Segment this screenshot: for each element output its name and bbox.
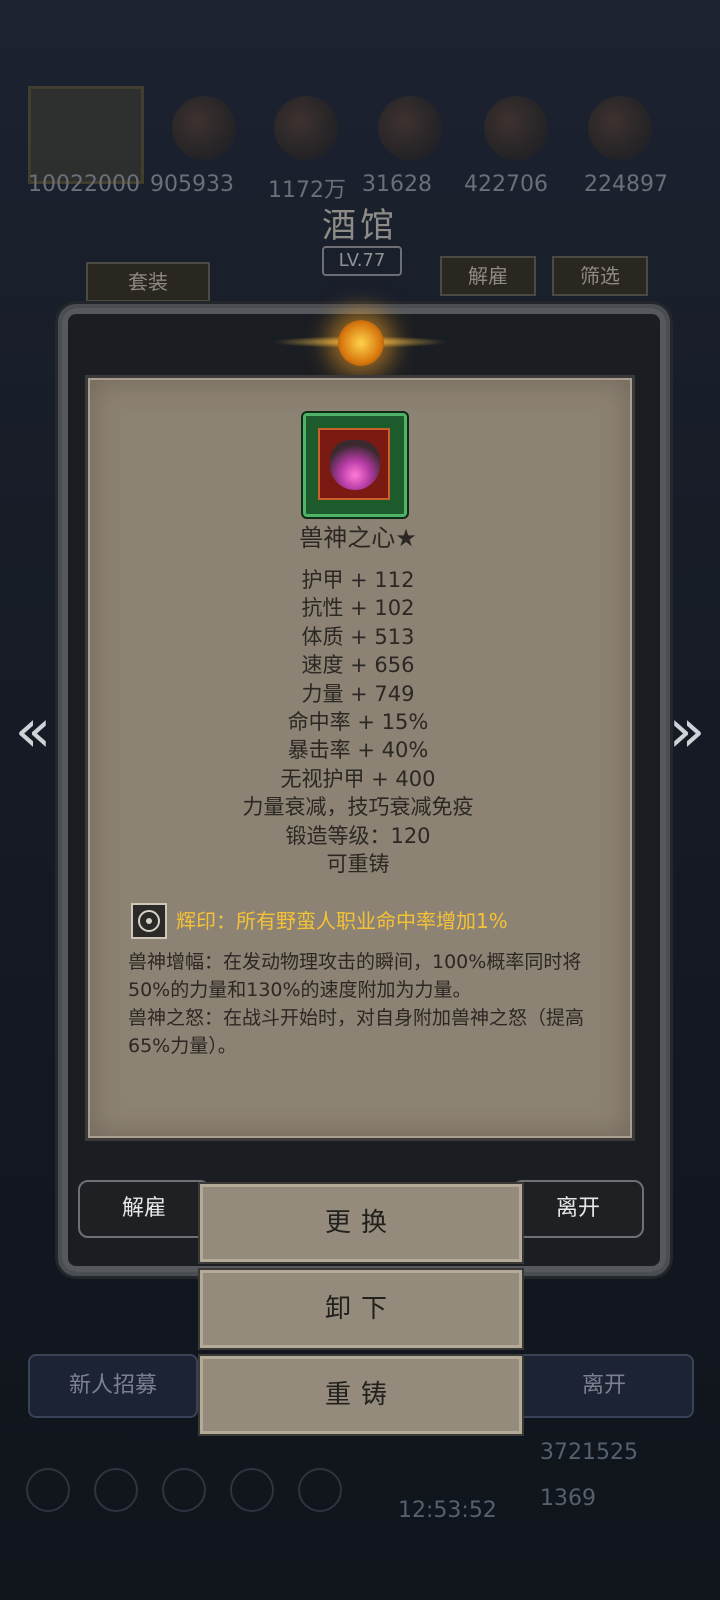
resource-icon	[274, 96, 338, 160]
item-icon-frame	[303, 413, 407, 517]
replace-button[interactable]: 更换	[200, 1184, 522, 1262]
hero-portrait	[28, 86, 144, 184]
menu-icon[interactable]	[26, 1468, 70, 1512]
reforge-button[interactable]: 重铸	[200, 1356, 522, 1434]
resource-value: 31628	[362, 172, 432, 197]
stat-strength: 力量 + 749	[301, 681, 415, 706]
imprint-text: 辉印：所有野蛮人职业命中率增加1%	[176, 909, 508, 933]
resource-value: 422706	[464, 172, 548, 197]
recruit-button[interactable]: 新人招募	[28, 1354, 198, 1418]
resource-icon	[484, 96, 548, 160]
stat-immunity: 力量衰减，技巧衰减免疫	[242, 795, 474, 820]
hero-id: 10022000	[28, 172, 140, 197]
item-name: 兽神之心★	[299, 524, 417, 552]
resource-icon	[172, 96, 236, 160]
bg-leave-button[interactable]: 离开	[514, 1354, 694, 1418]
stat-crit-rate: 暴击率 + 40%	[287, 738, 429, 763]
leave-button[interactable]: 离开	[512, 1180, 644, 1238]
skill-description: 兽神增幅：在发动物理攻击的瞬间，100%概率同时将50%的力量和130%的速度附…	[128, 951, 582, 1001]
clock: 12:53:52	[398, 1498, 497, 1523]
dismiss-button[interactable]: 解雇	[78, 1180, 210, 1238]
stat-speed: 速度 + 656	[301, 653, 415, 678]
menu-icon[interactable]	[162, 1468, 206, 1512]
stat-reforgeable: 可重铸	[326, 851, 390, 876]
beast-heart-icon	[318, 428, 390, 500]
prev-arrow-icon[interactable]: «	[10, 700, 56, 762]
filter-button[interactable]: 筛选	[552, 256, 648, 296]
stat-armor: 护甲 + 112	[301, 568, 415, 592]
resource-value: 905933	[150, 172, 234, 197]
gem-amount: 1369	[540, 1486, 596, 1511]
unequip-button[interactable]: 卸下	[200, 1270, 522, 1348]
resource-icon	[588, 96, 652, 160]
resource-value: 224897	[584, 172, 668, 197]
stat-forge-level: 锻造等级：120	[285, 823, 431, 848]
target-icon	[131, 903, 167, 939]
stat-constitution: 体质 + 513	[301, 624, 415, 649]
tavern-level: LV.77	[322, 246, 402, 276]
tavern-title: 酒馆	[322, 206, 398, 246]
item-skills: 兽神增幅：在发动物理攻击的瞬间，100%概率同时将50%的力量和130%的速度附…	[128, 948, 598, 1060]
menu-icon[interactable]	[230, 1468, 274, 1512]
gem-icon	[330, 440, 380, 490]
sun-emblem-icon	[338, 320, 384, 366]
resource-icon	[378, 96, 442, 160]
next-arrow-icon[interactable]: »	[664, 700, 710, 762]
stat-resistance: 抗性 + 102	[301, 596, 415, 621]
bg-dismiss-button[interactable]: 解雇	[440, 256, 536, 296]
stat-hit-rate: 命中率 + 15%	[287, 709, 429, 734]
item-stats: 护甲 + 112 抗性 + 102 体质 + 513 速度 + 656 力量 +…	[88, 566, 628, 878]
menu-icon[interactable]	[298, 1468, 342, 1512]
gold-amount: 3721525	[540, 1440, 638, 1465]
suit-button[interactable]: 套装	[86, 262, 210, 302]
menu-icon[interactable]	[94, 1468, 138, 1512]
skill-description: 兽神之怒：在战斗开始时，对自身附加兽神之怒（提高65%力量）。	[128, 1007, 585, 1057]
stat-armor-pierce: 无视护甲 + 400	[280, 766, 436, 791]
